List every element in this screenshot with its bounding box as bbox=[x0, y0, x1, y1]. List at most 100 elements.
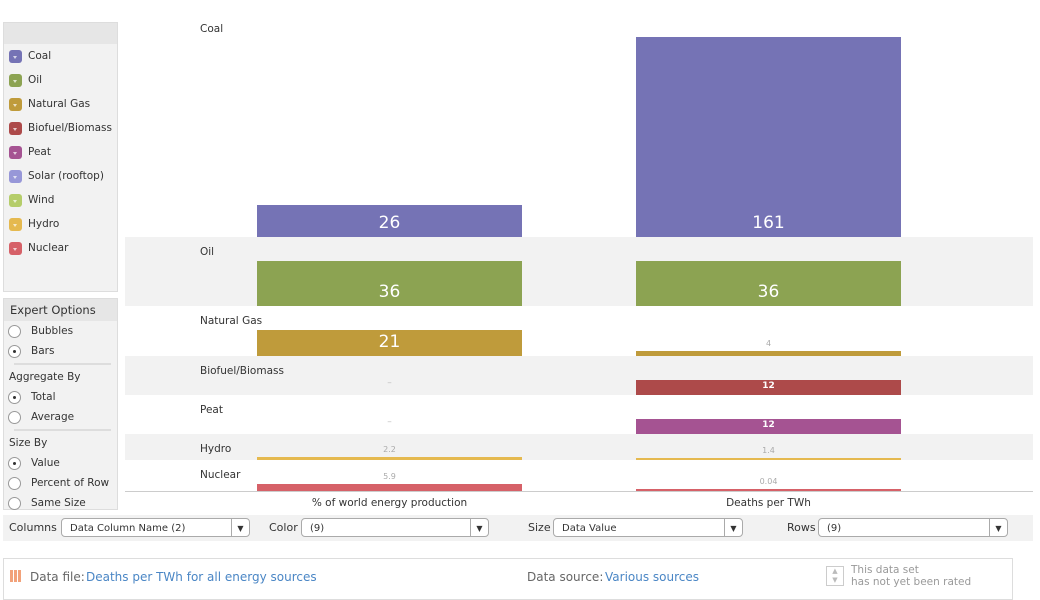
divider bbox=[14, 363, 111, 365]
radio-icon[interactable] bbox=[8, 344, 21, 358]
data-label: 5.9 bbox=[383, 471, 396, 481]
columns-select[interactable]: Data Column Name (2) ▼ bbox=[61, 518, 250, 537]
data-file-link[interactable]: Deaths per TWh for all energy sources bbox=[86, 570, 317, 584]
legend-item[interactable]: Hydro bbox=[4, 212, 117, 236]
size-by-label: Size By bbox=[9, 437, 48, 449]
data-source-link[interactable]: Various sources bbox=[605, 570, 699, 584]
columns-label: Columns bbox=[9, 521, 57, 534]
legend-item[interactable]: Nuclear bbox=[4, 236, 117, 260]
legend-label: Natural Gas bbox=[28, 98, 91, 110]
color-swatch-icon[interactable] bbox=[9, 97, 22, 111]
data-label: 36 bbox=[378, 282, 401, 302]
legend-item[interactable]: Peat bbox=[4, 140, 117, 164]
average-label: Average bbox=[31, 411, 75, 423]
dropdown-arrow-icon[interactable]: ▼ bbox=[724, 519, 742, 536]
legend-label: Oil bbox=[28, 74, 43, 86]
color-select[interactable]: (9) ▼ bbox=[301, 518, 489, 537]
percent-of-row-label: Percent of Row bbox=[31, 477, 110, 489]
radio-icon[interactable] bbox=[8, 324, 21, 338]
bars-label: Bars bbox=[31, 345, 55, 357]
rating-line-2: has not yet been rated bbox=[851, 576, 972, 588]
size-value: Data Value bbox=[562, 523, 617, 534]
rating-status: This data set has not yet been rated bbox=[851, 564, 971, 588]
size-select[interactable]: Data Value ▼ bbox=[553, 518, 743, 537]
data-label: 0.04 bbox=[759, 477, 778, 486]
rows-label: Rows bbox=[787, 521, 816, 534]
data-label: 2.2 bbox=[383, 445, 396, 455]
color-value: (9) bbox=[310, 523, 325, 534]
legend-label: Solar (rooftop) bbox=[28, 170, 104, 182]
radio-average[interactable]: Average bbox=[4, 407, 117, 427]
data-label: 36 bbox=[757, 282, 780, 302]
shelf-toolbar: Columns Data Column Name (2) ▼ Color (9) ▼… bbox=[3, 515, 1033, 541]
size-label: Size bbox=[528, 521, 551, 534]
radio-bars[interactable]: Bars bbox=[4, 341, 117, 361]
same-size-label: Same Size bbox=[31, 497, 86, 509]
legend-label: Biofuel/Biomass bbox=[28, 122, 112, 134]
rating-line-1: This data set bbox=[851, 564, 919, 576]
color-swatch-icon[interactable] bbox=[9, 73, 22, 87]
legend-item[interactable]: Wind bbox=[4, 188, 117, 212]
data-label: 21 bbox=[378, 332, 401, 352]
color-swatch-icon[interactable] bbox=[9, 169, 22, 183]
radio-icon[interactable] bbox=[8, 390, 21, 404]
value-label: Value bbox=[31, 457, 60, 469]
legend-header bbox=[4, 23, 117, 44]
legend-item[interactable]: Oil bbox=[4, 68, 117, 92]
data-source-label: Data source: bbox=[527, 570, 604, 584]
color-legend: Coal Oil Natural Gas Biofuel/Biomass Peat Sol… bbox=[3, 22, 118, 292]
aggregate-by-label: Aggregate By bbox=[9, 371, 81, 383]
dataset-info-footer: Data file: Deaths per TWh for all energy… bbox=[3, 558, 1013, 600]
data-label: 161 bbox=[752, 213, 785, 233]
x-axis-line bbox=[125, 491, 1033, 492]
rows-value: (9) bbox=[827, 523, 842, 534]
dropdown-arrow-icon[interactable]: ▼ bbox=[231, 519, 249, 536]
dropdown-arrow-icon[interactable]: ▼ bbox=[470, 519, 488, 536]
radio-icon[interactable] bbox=[8, 496, 21, 510]
legend-label: Coal bbox=[28, 50, 52, 62]
color-swatch-icon[interactable] bbox=[9, 217, 22, 231]
data-file-label: Data file: bbox=[30, 570, 85, 584]
row-label: Hydro bbox=[200, 443, 232, 455]
radio-percent-of-row[interactable]: Percent of Row bbox=[4, 473, 117, 493]
row-label: Nuclear bbox=[200, 469, 241, 481]
data-label: 26 bbox=[378, 213, 401, 233]
legend-label: Wind bbox=[28, 194, 55, 206]
row-label: Peat bbox=[200, 404, 223, 416]
color-swatch-icon[interactable] bbox=[9, 145, 22, 159]
rating-arrows-icon[interactable]: ▲ ▼ bbox=[826, 566, 844, 586]
column-label-energy-production: % of world energy production bbox=[311, 497, 468, 509]
legend-item[interactable]: Biofuel/Biomass bbox=[4, 116, 117, 140]
data-label: 12 bbox=[762, 381, 775, 392]
color-swatch-icon[interactable] bbox=[9, 121, 22, 135]
legend-item[interactable]: Natural Gas bbox=[4, 92, 117, 116]
expert-options-panel: Expert Options Bubbles Bars Aggregate By… bbox=[3, 298, 118, 510]
data-label: 1.4 bbox=[762, 446, 775, 455]
data-label: 12 bbox=[762, 420, 775, 431]
color-swatch-icon[interactable] bbox=[9, 193, 22, 207]
radio-icon[interactable] bbox=[8, 456, 21, 470]
legend-item[interactable]: Coal bbox=[4, 44, 117, 68]
radio-total[interactable]: Total bbox=[4, 387, 117, 407]
radio-icon[interactable] bbox=[8, 410, 21, 424]
radio-bubbles[interactable]: Bubbles bbox=[4, 321, 117, 341]
color-swatch-icon[interactable] bbox=[9, 241, 22, 255]
rows-select[interactable]: (9) ▼ bbox=[818, 518, 1008, 537]
legend-item[interactable]: Solar (rooftop) bbox=[4, 164, 117, 188]
missing-value: – bbox=[387, 417, 392, 427]
color-swatch-icon[interactable] bbox=[9, 49, 22, 63]
row-label: Natural Gas bbox=[200, 315, 263, 327]
legend-label: Peat bbox=[28, 146, 51, 158]
radio-icon[interactable] bbox=[8, 476, 21, 490]
divider bbox=[14, 429, 111, 431]
radio-value[interactable]: Value bbox=[4, 453, 117, 473]
color-label: Color bbox=[269, 521, 298, 534]
data-file-grid-icon bbox=[10, 570, 22, 582]
data-label: 4 bbox=[765, 339, 772, 349]
bar bbox=[257, 483, 522, 491]
dropdown-arrow-icon[interactable]: ▼ bbox=[989, 519, 1007, 536]
column-label-deaths-per-twh: Deaths per TWh bbox=[726, 497, 811, 509]
legend-label: Nuclear bbox=[28, 242, 69, 254]
radio-same-size[interactable]: Same Size bbox=[4, 493, 117, 513]
row-label: Oil bbox=[200, 246, 215, 258]
